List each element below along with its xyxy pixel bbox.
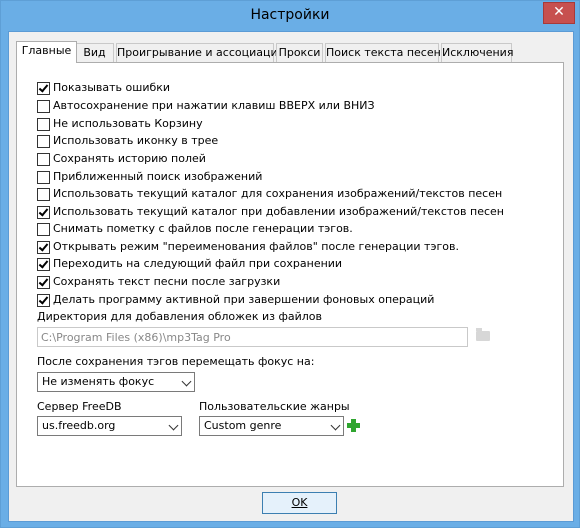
checkbox[interactable]	[37, 188, 50, 201]
option-label: Использовать текущий каталог при добавле…	[53, 205, 504, 218]
option-label: Сохранять текст песни после загрузки	[53, 275, 281, 288]
dialog-body: Главные Вид Проигрывание и ассоциация Пр…	[8, 31, 574, 522]
genres-select[interactable]: Custom genre	[199, 416, 344, 436]
main-tab-panel: Показывать ошибки Автосохранение при наж…	[16, 62, 564, 487]
window-title: Настройки	[250, 7, 330, 23]
tab-main[interactable]: Главные	[16, 41, 77, 63]
chevron-down-icon	[181, 376, 192, 387]
close-button[interactable]: ✕	[543, 2, 575, 24]
freedb-select[interactable]: us.freedb.org	[37, 416, 182, 436]
checkbox[interactable]	[37, 82, 50, 95]
option-label: Использовать иконку в трее	[53, 134, 219, 147]
checkbox[interactable]	[37, 135, 50, 148]
option-label: Снимать пометку с файлов после генерации…	[53, 222, 353, 235]
checkbox[interactable]	[37, 118, 50, 131]
cover-dir-label: Директория для добавления обложек из фай…	[37, 310, 322, 323]
checkbox[interactable]	[37, 153, 50, 166]
tab-exclusions[interactable]: Исключения	[441, 43, 513, 62]
option-label: Использовать текущий каталог для сохране…	[53, 187, 503, 200]
option-label: Приближенный поиск изображений	[53, 170, 263, 183]
genres-select-value: Custom genre	[204, 419, 282, 432]
add-genre-icon[interactable]	[347, 419, 360, 432]
tab-lyrics-search[interactable]: Поиск текста песен	[325, 43, 441, 62]
checkbox[interactable]	[37, 223, 50, 236]
option-label: Делать программу активной при завершении…	[53, 293, 435, 306]
focus-select[interactable]: Не изменять фокус	[37, 372, 195, 392]
checkbox[interactable]	[37, 294, 50, 307]
option-label: Показывать ошибки	[53, 81, 171, 94]
option-label: Переходить на следующий файл при сохране…	[53, 257, 343, 270]
settings-window: Настройки ✕ Главные Вид Проигрывание и а…	[0, 0, 580, 528]
focus-select-value: Не изменять фокус	[42, 375, 155, 388]
focus-label: После сохранения тэгов перемещать фокус …	[37, 355, 315, 368]
chevron-down-icon	[168, 420, 179, 431]
freedb-select-value: us.freedb.org	[42, 419, 116, 432]
checkbox[interactable]	[37, 276, 50, 289]
chevron-down-icon	[330, 420, 341, 431]
option-label: Открывать режим "переименования файлов" …	[53, 240, 459, 253]
close-icon: ✕	[553, 4, 565, 20]
cover-dir-input[interactable]: C:\Program Files (x86)\mp3Tag Pro	[37, 327, 468, 347]
option-label: Автосохранение при нажатии клавиш ВВЕРХ …	[53, 99, 375, 112]
option-label: Сохранять историю полей	[53, 152, 206, 165]
tab-view[interactable]: Вид	[75, 43, 114, 62]
folder-icon[interactable]	[476, 328, 490, 341]
ok-button[interactable]: OK	[262, 492, 337, 514]
option-label: Не использовать Корзину	[53, 117, 203, 130]
genres-label: Пользовательские жанры	[199, 400, 350, 413]
freedb-label: Сервер FreeDB	[37, 400, 122, 413]
checkbox[interactable]	[37, 258, 50, 271]
title-bar[interactable]: Настройки ✕	[1, 1, 579, 31]
checkbox[interactable]	[37, 206, 50, 219]
checkbox[interactable]	[37, 171, 50, 184]
tab-playback[interactable]: Проигрывание и ассоциация	[116, 43, 284, 62]
checkbox[interactable]	[37, 100, 50, 113]
tab-proxy[interactable]: Прокси	[276, 43, 323, 62]
checkbox[interactable]	[37, 241, 50, 254]
